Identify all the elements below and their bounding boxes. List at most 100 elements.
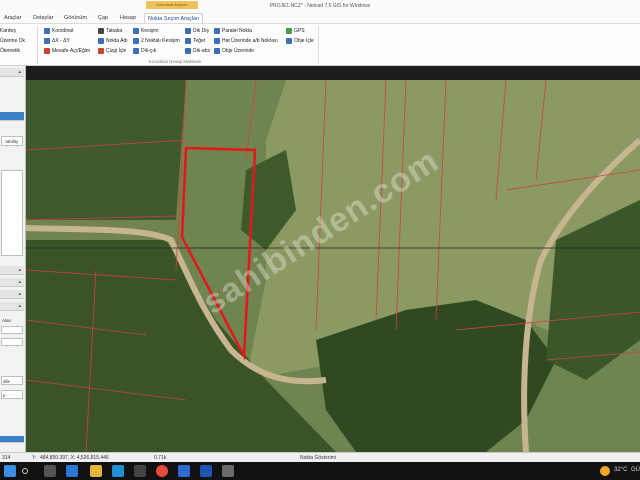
panel-button[interactable]: e	[1, 390, 23, 399]
collapse-icon: ▴	[18, 267, 21, 273]
collapse-icon: ▴	[18, 279, 21, 285]
ribbon-label: Teğet	[193, 38, 206, 44]
menu-item-gorunum[interactable]: Görünüm	[64, 15, 87, 21]
weather-sun-icon[interactable]	[600, 466, 610, 476]
store-icon[interactable]	[134, 465, 146, 477]
point-name-icon	[98, 38, 104, 44]
panel-input[interactable]	[1, 338, 23, 346]
coordinate-icon	[44, 28, 50, 34]
ribbon-button-kardes[interactable]: Kardeş	[0, 28, 16, 34]
panel-section-header[interactable]: ▴	[0, 266, 24, 275]
panel-button-label: dile	[3, 379, 11, 384]
menu-item-hesap[interactable]: Hesap	[120, 15, 136, 21]
menu-item-araclar[interactable]: Araçlar	[4, 15, 21, 21]
status-bar: 314 Y: 484,850.397, X: 4,526,815.446 0.7…	[0, 452, 640, 462]
coordinate-prefix: Y:	[32, 455, 37, 461]
weather-temperature[interactable]: 32°C	[614, 467, 627, 473]
forest-top-left	[26, 80, 186, 220]
panel-header[interactable]: ▴	[0, 68, 24, 77]
panel-field-label: ..tability	[3, 139, 19, 144]
ribbon-label: Dik-abs	[193, 48, 210, 54]
ribbon-label: 2 Noktalı Kesişim	[141, 38, 180, 44]
ribbon-button-2-noktali-kesisim[interactable]: 2 Noktalı Kesişim	[133, 38, 180, 44]
windows-logo-icon[interactable]	[4, 465, 16, 477]
widgets-icon[interactable]	[66, 465, 78, 477]
parallel-point-icon	[214, 28, 220, 34]
layer-icon	[98, 28, 104, 34]
aerial-map[interactable]	[26, 80, 640, 452]
ribbon-button-dik-abs[interactable]: Dik-abs	[185, 48, 210, 54]
ribbon-button-obje-uzerinde[interactable]: Obje Üzerinde	[214, 48, 254, 54]
title-bar: Koordinat Araçları PROJE1.NCZ* - Netcad …	[0, 0, 640, 13]
collapse-icon: ▴	[18, 291, 21, 297]
ribbon-label: Dik-çık	[141, 48, 157, 54]
panel-button[interactable]: dile	[1, 376, 23, 385]
scale-readout: 0.71k	[154, 455, 167, 461]
perpendicular-icon	[185, 28, 191, 34]
ribbon-label: Kesişim	[141, 28, 159, 34]
edge-icon[interactable]	[112, 465, 124, 477]
ribbon-label: Dik Diş	[193, 28, 209, 34]
ribbon-button-teget[interactable]: Teğet	[185, 38, 205, 44]
ribbon-button-gps[interactable]: GPS	[286, 28, 305, 34]
ribbon-separator	[318, 26, 319, 64]
ribbon-button-uzerine-ok[interactable]: Üzerine Ok	[0, 38, 25, 44]
map-canvas[interactable]: sahibinden.com	[26, 80, 640, 452]
ribbon-separator	[37, 26, 38, 64]
word-icon[interactable]	[200, 465, 212, 477]
ribbon-button-kesisim[interactable]: Kesişim	[133, 28, 159, 34]
panel-section-header[interactable]: ▴	[0, 302, 24, 311]
tab-nokta-secim-araclari[interactable]: Nokta Seçim Araçları	[144, 13, 204, 23]
left-side-panel: ▴ ..tability ▴ ▴ ▴ ▴ Alan dile e	[0, 66, 26, 452]
menu-item-detaylar[interactable]: Detaylar	[33, 15, 53, 21]
panel-button-label: e	[3, 393, 6, 398]
ribbon-label: Kardeş	[0, 28, 16, 34]
on-object-icon	[214, 48, 220, 54]
ribbon-button-obje-icle[interactable]: Obje İçle	[286, 38, 314, 44]
window-title: PROJE1.NCZ* - Netcad 7.6 GIS for Windows	[269, 3, 371, 9]
point-on-line-icon	[214, 38, 220, 44]
panel-field[interactable]: ..tability	[1, 136, 23, 146]
perpendicular-out-icon	[133, 48, 139, 54]
netcad-icon[interactable]	[222, 465, 234, 477]
windows-taskbar: 32°C GÜ	[0, 462, 640, 480]
ribbon-label: Obje İçle	[294, 38, 314, 44]
collapse-icon: ▴	[18, 69, 21, 75]
ribbon-label: Paralel Nokta	[222, 28, 253, 34]
status-message: Nokta Gösterimi	[300, 455, 336, 461]
ribbon-button-tabaka[interactable]: Tabaka	[98, 28, 122, 34]
ribbon-button-mesafe-aci[interactable]: Mesafe-Açı/Eğim	[44, 48, 90, 54]
photos-icon[interactable]	[178, 465, 190, 477]
panel-section-header[interactable]: ▴	[0, 278, 24, 287]
chrome-icon[interactable]	[156, 465, 168, 477]
ribbon-label: Tabaka	[106, 28, 123, 34]
ribbon-button-nokta-adi[interactable]: Nokta Adı	[98, 38, 128, 44]
menu-item-cap[interactable]: Çap	[98, 15, 108, 21]
ribbon-button-paralel-nokta[interactable]: Paralel Nokta	[214, 28, 252, 34]
collapse-icon: ▴	[18, 303, 21, 309]
ribbon-label: Üzerine Ok	[0, 38, 26, 44]
panel-selected-row[interactable]	[0, 112, 24, 121]
panel-section-header[interactable]: ▴	[0, 290, 24, 299]
menu-bar: Araçlar Detaylar Görünüm Çap Hesap Nokta…	[0, 13, 640, 23]
ribbon-label: Mesafe-Açı/Eğim	[52, 48, 91, 54]
delta-icon	[44, 38, 50, 44]
ribbon-label: Hat Üzerinde a/b Noktası	[222, 38, 278, 44]
weather-suffix: GÜ	[631, 467, 640, 473]
ribbon-button-cizgi-icle[interactable]: Çizgi İçle	[98, 48, 126, 54]
panel-list-box[interactable]	[1, 170, 23, 256]
alan-input[interactable]	[1, 326, 23, 334]
ribbon-button-dik-dis[interactable]: Dik Diş	[185, 28, 209, 34]
ribbon-label: Koordinat	[52, 28, 74, 34]
panel-progress-bar	[0, 436, 24, 443]
ribbon-button-dx-dy[interactable]: ΔX - ΔY	[44, 38, 70, 44]
search-icon[interactable]	[22, 468, 28, 474]
file-explorer-icon[interactable]	[90, 465, 102, 477]
ribbon-button-otemetik[interactable]: Ötemetik	[0, 48, 20, 54]
ribbon-button-koordinat[interactable]: Koordinat	[44, 28, 73, 34]
ribbon-button-dik-cik[interactable]: Dik-çık	[133, 48, 156, 54]
netcad-window: Koordinat Araçları PROJE1.NCZ* - Netcad …	[0, 0, 640, 480]
task-view-icon[interactable]	[44, 465, 56, 477]
ribbon-label: Ötemetik	[0, 48, 21, 54]
ribbon-button-hat-uzerinde[interactable]: Hat Üzerinde a/b Noktası	[214, 38, 278, 44]
